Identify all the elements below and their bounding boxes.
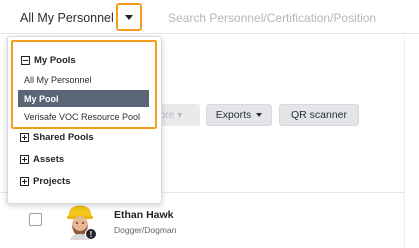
side-panel-edge <box>404 34 419 248</box>
tree-assets[interactable]: Assets <box>20 154 64 165</box>
alert-icon: ! <box>90 230 93 239</box>
qr-scanner-button[interactable]: QR scanner <box>279 104 359 126</box>
header-bar: All My Personnel Search Personnel/Certif… <box>0 0 419 34</box>
tree-projects-label: Projects <box>33 176 71 187</box>
expand-icon[interactable] <box>20 155 29 164</box>
tree-assets-label: Assets <box>33 154 65 165</box>
pool-item-all-my-personnel[interactable]: All My Personnel <box>18 71 149 88</box>
person-role: Dogger/Dogman <box>114 225 177 235</box>
tree-my-pools[interactable]: My Pools <box>21 55 76 66</box>
pool-selector-title[interactable]: All My Personnel <box>20 11 114 25</box>
avatar: ! <box>67 205 97 240</box>
exports-label: Exports <box>215 109 252 121</box>
exports-button[interactable]: Exports <box>206 104 272 126</box>
person-name[interactable]: Ethan Hawk <box>114 209 174 221</box>
tree-my-pools-label: My Pools <box>34 55 76 66</box>
tree-shared-pools[interactable]: Shared Pools <box>20 132 94 143</box>
caret-down-icon <box>125 14 133 20</box>
pool-dropdown-menu: My Pools All My Personnel My Pool Verisa… <box>7 36 162 204</box>
row-checkbox[interactable] <box>29 213 42 226</box>
pool-dropdown-toggle-button[interactable] <box>116 3 142 31</box>
tree-projects[interactable]: Projects <box>20 176 71 187</box>
caret-down-icon <box>256 113 263 117</box>
pool-item-my-pool[interactable]: My Pool <box>18 90 149 107</box>
expand-icon[interactable] <box>20 133 29 142</box>
expand-icon[interactable] <box>20 177 29 186</box>
tree-shared-pools-label: Shared Pools <box>33 132 94 143</box>
pool-item-verisafe-voc[interactable]: Verisafe VOC Resource Pool <box>18 108 149 125</box>
collapse-icon[interactable] <box>21 56 30 65</box>
search-input[interactable]: Search Personnel/Certification/Position <box>168 11 376 25</box>
